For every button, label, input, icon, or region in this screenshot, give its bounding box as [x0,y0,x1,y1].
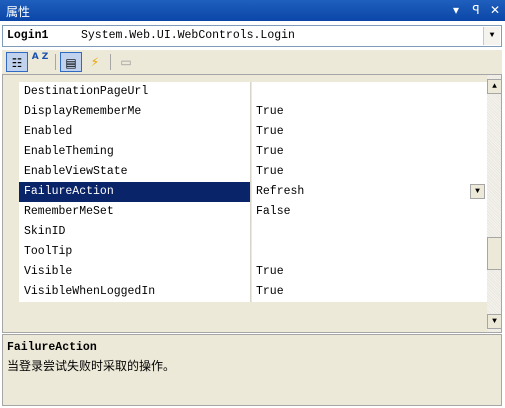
property-value[interactable]: True [252,262,487,282]
title-bar: 属性 ▾ ꟼ ✕ [0,0,505,21]
property-row[interactable]: EnableViewState True [19,162,487,182]
property-value[interactable]: True [252,142,487,162]
properties-icon: ▤ [65,56,77,70]
object-type: System.Web.UI.WebControls.Login [81,29,295,42]
property-name[interactable]: ToolTip [19,242,251,262]
property-row[interactable]: ToolTip [19,242,487,262]
categorized-icon: ☷ [11,56,23,70]
chevron-down-icon[interactable]: ▼ [483,27,500,45]
description-panel: FailureAction 当登录尝试失败时采取的操作。 [2,334,502,406]
property-name[interactable]: EnableTheming [19,142,251,162]
property-row[interactable]: RememberMeSet False [19,202,487,222]
pin-icon[interactable]: ꟼ [468,1,484,19]
property-value[interactable]: True [252,282,487,302]
property-name[interactable]: EnableViewState [19,162,251,182]
property-name[interactable]: Enabled [19,122,251,142]
toolbar: ☷ A Z ▤ ⚡ ▭ [2,50,502,74]
property-row[interactable]: EnableTheming True [19,142,487,162]
scroll-up-button[interactable]: ▲ [487,79,501,94]
toolbar-separator [110,54,111,70]
value-dropdown-icon[interactable]: ▼ [470,184,485,199]
property-name[interactable]: DisplayRememberMe [19,102,251,122]
categorized-button[interactable]: ☷ [6,52,28,72]
scroll-thumb[interactable] [487,237,501,270]
category-row[interactable]: − 验证 [3,330,487,332]
property-name[interactable]: Visible [19,262,251,282]
property-value[interactable]: True [252,162,487,182]
property-name[interactable]: DestinationPageUrl [19,82,251,102]
alphabetical-icon: A Z [31,52,49,62]
events-button[interactable]: ⚡ [84,52,106,72]
property-value[interactable] [252,242,487,262]
events-icon: ⚡ [90,55,100,69]
vertical-scrollbar[interactable]: ▲ ▼ [487,75,501,332]
object-name: Login1 [7,29,49,42]
properties-button[interactable]: ▤ [60,52,82,72]
property-value[interactable]: Refresh [252,182,487,202]
description-text: 当登录尝试失败时采取的操作。 [7,359,176,373]
property-row[interactable]: DestinationPageUrl [19,82,487,102]
description-title: FailureAction [7,341,97,354]
category-label: 验证 [21,331,45,332]
property-value[interactable]: True [252,102,487,122]
property-value[interactable]: False [252,202,487,222]
property-name[interactable]: SkinID [19,222,251,242]
property-row[interactable]: DisplayRememberMe True [19,102,487,122]
property-value[interactable] [252,222,487,242]
object-selector[interactable]: Login1 System.Web.UI.WebControls.Login ▼ [2,25,502,47]
alphabetical-button[interactable]: A Z [29,52,51,72]
toolbar-separator [55,54,56,70]
property-row[interactable]: FailureAction Refresh ▼ [19,182,487,202]
property-rows: DestinationPageUrl DisplayRememberMe True E… [3,82,487,332]
property-value[interactable]: True [252,122,487,142]
property-name[interactable]: RememberMeSet [19,202,251,222]
property-name[interactable]: FailureAction [19,182,251,202]
property-pages-icon: ▭ [120,55,132,69]
property-row[interactable]: Visible True [19,262,487,282]
property-value[interactable] [252,82,487,102]
property-row[interactable]: VisibleWhenLoggedIn True [19,282,487,302]
window-title: 属性 [6,5,31,19]
property-name[interactable]: VisibleWhenLoggedIn [19,282,251,302]
property-row[interactable]: Enabled True [19,122,487,142]
property-pages-button[interactable]: ▭ [115,52,137,72]
close-icon[interactable]: ✕ [487,1,503,19]
window-position-dropdown-icon[interactable]: ▾ [448,1,464,19]
scroll-down-button[interactable]: ▼ [487,314,501,329]
property-row[interactable]: SkinID [19,222,487,242]
property-grid: DestinationPageUrl DisplayRememberMe True E… [2,74,502,333]
